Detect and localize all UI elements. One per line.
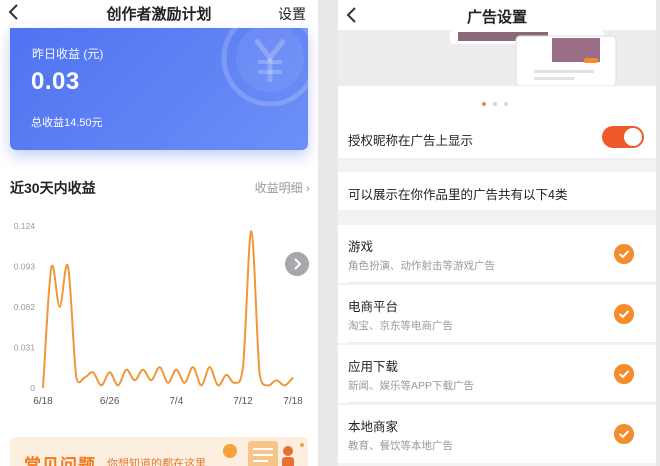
creator-incentive-screen: 创作者激励计划 设置 昨日收益 (元) 0.03 总收益14.50元 近30天内… — [0, 0, 318, 466]
category-desc: 教育、餐饮等本地广告 — [348, 440, 453, 452]
chart-next-button[interactable] — [285, 252, 309, 276]
check-circle-icon[interactable] — [614, 304, 634, 324]
y-tick-label: 0 — [30, 383, 35, 393]
faq-subtitle: 你想知道的都在这里 — [107, 458, 206, 466]
earnings-card: 昨日收益 (元) 0.03 总收益14.50元 — [10, 28, 308, 150]
earnings-detail-label: 收益明细 — [254, 181, 303, 195]
x-tick-label: 7/18 — [283, 396, 303, 407]
data-point — [59, 306, 61, 308]
yesterday-earnings-label: 昨日收益 (元) — [32, 47, 104, 61]
ad-settings-screen: 广告设置 授权昵称在广告上显示 可以展示在你作品里的广告共有以下4类 游戏 角色… — [338, 0, 656, 466]
top-nav-bar: 广告设置 — [338, 0, 656, 30]
data-point — [67, 266, 69, 268]
section-title: 近30天内收益 — [10, 180, 96, 196]
y-tick-label: 0.093 — [14, 262, 36, 272]
data-point — [134, 379, 136, 381]
divider — [348, 282, 656, 283]
data-point — [284, 384, 286, 386]
carousel-dot[interactable] — [493, 102, 497, 106]
page-title: 广告设置 — [466, 9, 527, 26]
x-tick-label: 7/12 — [233, 396, 253, 407]
data-point — [242, 366, 244, 368]
carousel-indicator — [338, 86, 656, 118]
page-title: 创作者激励计划 — [106, 6, 212, 23]
divider — [348, 402, 656, 403]
settings-link[interactable]: 设置 — [278, 4, 306, 24]
yuan-coin-icon — [221, 28, 308, 107]
data-point — [250, 230, 252, 232]
x-tick-label: 6/26 — [100, 396, 120, 407]
data-point — [167, 382, 169, 384]
nickname-auth-toggle[interactable] — [602, 126, 644, 148]
y-tick-label: 0.124 — [14, 221, 36, 231]
data-point — [142, 369, 144, 371]
data-point — [225, 374, 227, 376]
category-desc: 角色扮演、动作射击等游戏广告 — [348, 260, 495, 272]
earnings-section-header: 近30天内收益 收益明细 › — [10, 178, 310, 198]
y-tick-label: 0.062 — [14, 302, 36, 312]
data-point — [292, 377, 294, 379]
nickname-auth-row: 授权昵称在广告上显示 — [338, 118, 656, 158]
faq-illustration-icon — [223, 441, 304, 466]
faq-title: 常见问题 — [24, 456, 96, 466]
x-tick-label: 7/4 — [169, 396, 183, 407]
chevron-right-icon: › — [302, 181, 310, 195]
data-point — [267, 384, 269, 386]
data-point — [84, 377, 86, 379]
category-name: 电商平台 — [348, 300, 399, 314]
data-point — [42, 387, 44, 389]
data-point — [234, 382, 236, 384]
earnings-series-line — [42, 230, 294, 389]
data-point — [150, 379, 152, 381]
y-tick-label: 0.031 — [14, 343, 36, 353]
divider — [348, 342, 656, 343]
ad-categories-info-row: 可以展示在你作品里的广告共有以下4类 — [338, 172, 656, 210]
data-point — [184, 382, 186, 384]
carousel-dot-active[interactable] — [482, 102, 486, 106]
data-point — [209, 366, 211, 368]
ad-category-ecommerce[interactable]: 电商平台 淘宝、京东等电商广告 — [338, 285, 656, 343]
category-name: 应用下载 — [348, 360, 399, 374]
total-earnings: 总收益14.50元 — [31, 117, 103, 129]
ad-categories-info: 可以展示在你作品里的广告共有以下4类 — [348, 188, 568, 202]
check-circle-icon[interactable] — [614, 364, 634, 384]
data-point — [92, 371, 94, 373]
ad-preview-image — [338, 30, 656, 86]
carousel-dot[interactable] — [504, 102, 508, 106]
check-circle-icon[interactable] — [614, 424, 634, 444]
data-point — [125, 369, 127, 371]
data-point — [217, 384, 219, 386]
ad-category-games[interactable]: 游戏 角色扮演、动作射击等游戏广告 — [338, 225, 656, 283]
data-point — [117, 384, 119, 386]
earnings-line-chart: 0 0.031 0.062 0.093 0.124 6/18 6/26 7/4 7/12 7/18 — [14, 221, 303, 407]
data-point — [75, 377, 77, 379]
ad-category-local-business[interactable]: 本地商家 教育、餐饮等本地广告 — [338, 405, 656, 463]
data-point — [50, 267, 52, 269]
check-circle-icon[interactable] — [614, 244, 634, 264]
data-point — [175, 369, 177, 371]
data-point — [259, 374, 261, 376]
category-name: 游戏 — [348, 240, 374, 254]
data-point — [109, 371, 111, 373]
top-nav-bar: 创作者激励计划 设置 — [0, 0, 318, 26]
ad-category-app-download[interactable]: 应用下载 新闻、娱乐等APP下载广告 — [338, 345, 656, 403]
nickname-auth-label: 授权昵称在广告上显示 — [348, 134, 474, 148]
data-point — [192, 366, 194, 368]
yesterday-earnings-value: 0.03 — [31, 68, 80, 95]
earnings-detail-link[interactable]: 收益明细 › — [255, 179, 310, 196]
data-point — [200, 384, 202, 386]
x-tick-label: 6/18 — [33, 396, 53, 407]
faq-banner[interactable]: 常见问题 你想知道的都在这里 — [10, 437, 308, 466]
data-point — [159, 366, 161, 368]
category-desc: 新闻、娱乐等APP下载广告 — [348, 380, 475, 392]
data-point — [100, 384, 102, 386]
category-name: 本地商家 — [348, 420, 399, 434]
data-point — [275, 379, 277, 381]
ad-preview-banner[interactable] — [338, 30, 656, 86]
toggle-knob — [624, 128, 642, 146]
category-desc: 淘宝、京东等电商广告 — [348, 320, 453, 332]
